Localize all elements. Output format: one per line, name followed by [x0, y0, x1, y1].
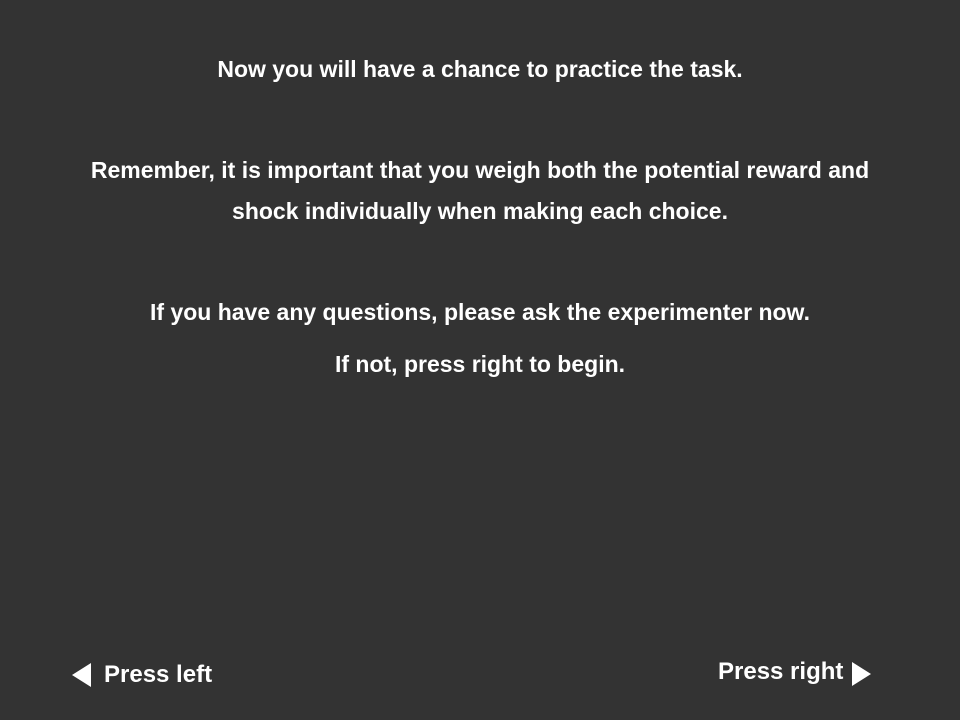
press-left-button[interactable]: Press left	[72, 661, 212, 689]
instruction-line-questions: If you have any questions, please ask th…	[150, 299, 810, 325]
instruction-line-remember-cont: shock individually when making each choi…	[232, 198, 728, 224]
instruction-line-practice: Now you will have a chance to practice t…	[217, 56, 743, 82]
instruction-line-begin: If not, press right to begin.	[334, 351, 626, 377]
triangle-right-icon	[852, 662, 872, 686]
instruction-screen: Now you will have a chance to practice t…	[0, 0, 960, 720]
press-left-label: Press left	[104, 661, 213, 688]
instruction-line-remember: Remember, it is important that you weigh…	[90, 157, 870, 183]
triangle-left-icon	[72, 663, 91, 687]
press-right-button[interactable]: Press right	[718, 658, 872, 686]
press-right-label: Press right	[718, 658, 844, 685]
